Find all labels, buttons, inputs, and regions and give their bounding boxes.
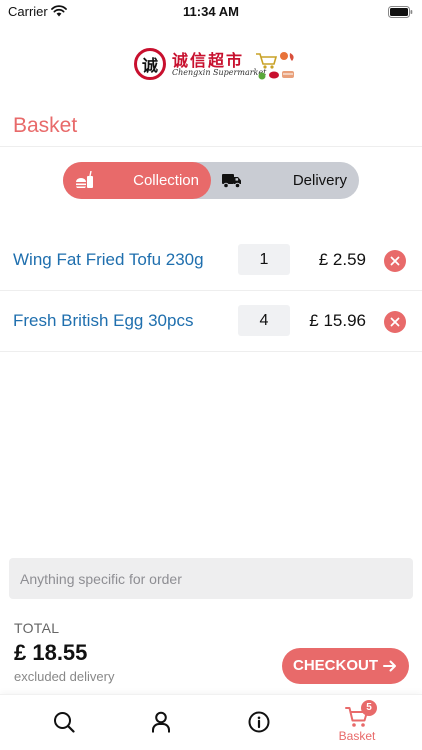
- row-divider: [0, 351, 422, 352]
- grocery-illustration-icon: [256, 52, 294, 80]
- basket-item: Fresh British Egg 30pcs 4 £ 15.96: [0, 291, 422, 352]
- item-price: £ 2.59: [318, 250, 366, 269]
- store-logo: 诚 诚信超市 Chengxin Supermarket: [134, 46, 299, 84]
- close-icon: [390, 317, 400, 327]
- item-price: £ 15.96: [309, 311, 366, 330]
- delivery-label: Delivery: [292, 172, 347, 189]
- logo-badge: 诚: [134, 48, 166, 80]
- tab-basket-label: Basket: [338, 729, 376, 743]
- tab-account[interactable]: [131, 695, 191, 750]
- delivery-truck-icon: [221, 171, 243, 194]
- remove-item-button[interactable]: [384, 311, 406, 333]
- tab-search[interactable]: [34, 695, 94, 750]
- collection-label: Collection: [133, 172, 199, 189]
- checkout-button[interactable]: CHECKOUT: [282, 648, 409, 684]
- remove-item-button[interactable]: [384, 250, 406, 272]
- header-divider: [0, 146, 422, 147]
- quantity-field[interactable]: 1: [238, 244, 290, 275]
- total-label: TOTAL: [14, 620, 60, 636]
- user-icon: [152, 711, 170, 733]
- battery-icon: [388, 5, 413, 23]
- search-icon: [54, 712, 75, 733]
- collection-tab[interactable]: Collection: [63, 162, 211, 199]
- info-icon: [248, 711, 270, 733]
- page-title: Basket: [13, 114, 78, 137]
- total-amount: £ 18.55: [14, 640, 88, 665]
- bottom-tab-bar: 5 Basket: [0, 694, 422, 750]
- food-drink-icon: [75, 170, 95, 194]
- arrow-right-icon: [383, 660, 396, 672]
- fulfilment-toggle: Collection Delivery: [63, 162, 359, 199]
- checkout-label: CHECKOUT: [293, 657, 378, 674]
- logo-english-name: Chengxin Supermarket: [172, 68, 267, 77]
- cart-count-badge: 5: [361, 700, 377, 716]
- item-name[interactable]: Wing Fat Fried Tofu 230g: [13, 250, 204, 270]
- item-name[interactable]: Fresh British Egg 30pcs: [13, 311, 193, 331]
- tab-info[interactable]: [229, 695, 289, 750]
- total-note: excluded delivery: [14, 669, 115, 684]
- basket-item: Wing Fat Fried Tofu 230g 1 £ 2.59: [0, 230, 422, 291]
- close-icon: [390, 256, 400, 266]
- logo-badge-character: 诚: [141, 56, 158, 75]
- delivery-tab[interactable]: Delivery: [211, 162, 359, 199]
- quantity-field[interactable]: 4: [238, 305, 290, 336]
- status-bar: Carrier 11:34 AM: [0, 0, 422, 24]
- status-time: 11:34 AM: [183, 4, 239, 19]
- order-note-input[interactable]: [9, 558, 413, 599]
- tab-basket[interactable]: 5 Basket: [327, 695, 387, 750]
